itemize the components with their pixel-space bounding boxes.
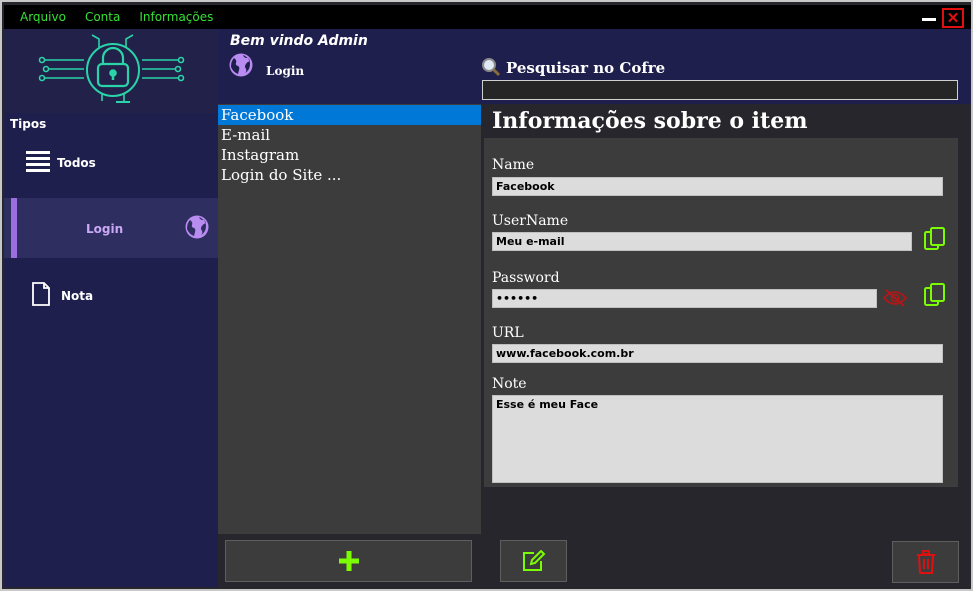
copy-icon	[924, 227, 945, 250]
sidebar-item-label: Todos	[57, 156, 96, 170]
close-icon: ✕	[946, 10, 960, 27]
search-label: Pesquisar no Cofre	[506, 59, 666, 77]
url-field[interactable]: www.facebook.com.br	[492, 344, 943, 363]
sidebar-item-todos[interactable]: Todos	[4, 133, 218, 193]
plus-icon	[338, 551, 359, 571]
name-field[interactable]: Facebook	[492, 177, 943, 196]
list-item-instagram[interactable]: Instagram	[218, 145, 481, 165]
sidebar-item-nota[interactable]: Nota	[4, 264, 218, 324]
eye-off-icon	[882, 289, 908, 307]
welcome-text: Bem vindo Admin	[230, 33, 368, 49]
copy-password-button[interactable]	[922, 282, 948, 308]
list-item-facebook[interactable]: Facebook	[218, 105, 481, 125]
search-input[interactable]	[482, 80, 958, 100]
menu-bar: Arquivo Conta Informações	[4, 5, 919, 29]
active-indicator	[11, 198, 17, 258]
globe-icon	[185, 215, 209, 239]
username-field[interactable]: Meu e-mail	[492, 232, 912, 251]
menu-informacoes[interactable]: Informações	[139, 10, 213, 24]
padlock-circuit-logo	[38, 34, 185, 103]
search-icon	[482, 58, 501, 77]
menu-conta[interactable]: Conta	[85, 10, 120, 24]
edit-icon	[522, 550, 545, 571]
list-item-login-do-site[interactable]: Login do Site ...	[218, 165, 481, 185]
sidebar-item-login[interactable]: Login	[4, 198, 218, 258]
password-label: Password	[492, 270, 560, 286]
sidebar-item-label: Login	[86, 222, 124, 236]
sidebar-section-title: Tipos	[10, 117, 47, 131]
note-label: Note	[492, 376, 527, 392]
add-item-button[interactable]	[225, 540, 472, 582]
hamburger-menu-icon	[26, 151, 50, 172]
close-button[interactable]: ✕	[942, 8, 964, 28]
delete-item-button[interactable]	[892, 541, 959, 583]
copy-icon	[924, 283, 945, 306]
copy-username-button[interactable]	[922, 226, 948, 252]
menu-arquivo[interactable]: Arquivo	[20, 10, 66, 24]
username-label: UserName	[492, 213, 569, 229]
toggle-password-visibility-button[interactable]	[881, 286, 909, 310]
list-item-email[interactable]: E-mail	[218, 125, 481, 145]
note-field[interactable]: Esse é meu Face	[492, 395, 943, 483]
category-title: Login	[266, 64, 305, 78]
minimize-button[interactable]	[920, 9, 937, 23]
details-title: Informações sobre o item	[492, 108, 808, 134]
edit-item-button[interactable]	[500, 540, 567, 582]
logo-area	[4, 29, 218, 113]
sidebar-item-label: Nota	[61, 289, 94, 303]
name-label: Name	[492, 157, 535, 173]
document-icon	[32, 282, 50, 306]
trash-icon	[916, 550, 935, 574]
url-label: URL	[492, 325, 524, 341]
globe-icon	[229, 53, 253, 77]
password-field[interactable]: ••••••	[492, 289, 877, 308]
